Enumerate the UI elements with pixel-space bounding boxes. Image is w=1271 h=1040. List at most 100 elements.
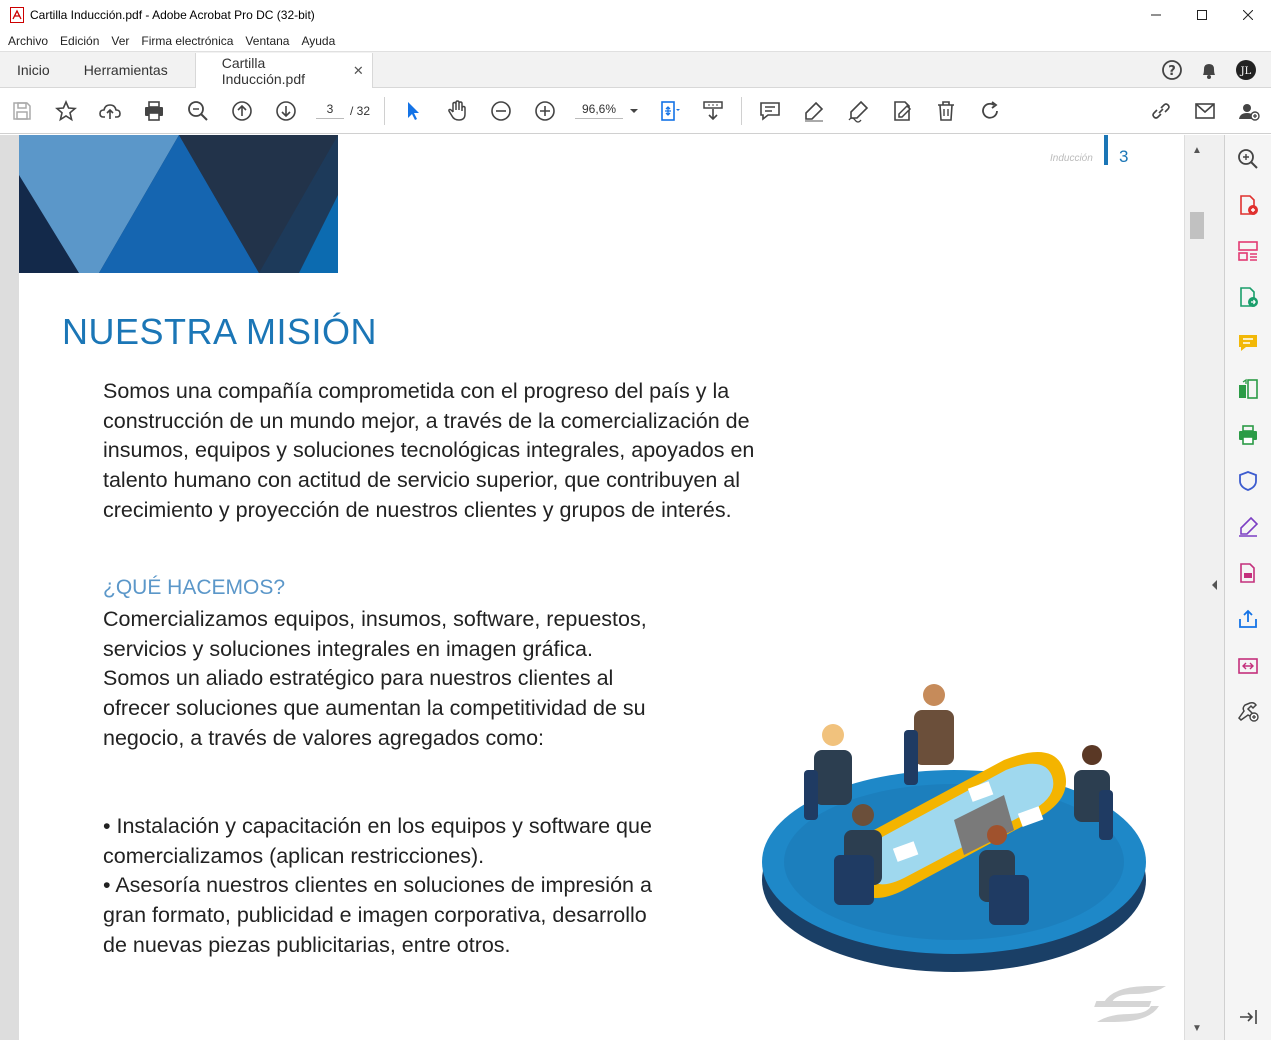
list-item: • Asesoría nuestros clientes en solucion… [103, 873, 652, 957]
close-window-button[interactable] [1225, 0, 1271, 30]
edit-pdf-button[interactable] [880, 88, 924, 134]
menu-ayuda[interactable]: Ayuda [297, 34, 339, 48]
create-pdf-icon[interactable] [1236, 193, 1260, 217]
compare-files-icon[interactable] [1236, 377, 1260, 401]
share-export-icon[interactable] [1236, 607, 1260, 631]
delete-button[interactable] [924, 88, 968, 134]
right-panel-gutter[interactable] [1207, 135, 1224, 1040]
tab-tools[interactable]: Herramientas [67, 52, 185, 87]
zoom-out-button[interactable] [479, 88, 523, 134]
arrow-up-circle-icon [232, 100, 252, 121]
next-page-button[interactable] [264, 88, 308, 134]
header-graphic [19, 135, 338, 273]
bookmark-button[interactable] [44, 88, 88, 134]
menu-ver[interactable]: Ver [107, 34, 133, 48]
search-zoom-icon[interactable] [1236, 147, 1260, 171]
zoom-search-button[interactable] [176, 88, 220, 134]
prepare-form-icon[interactable] [1236, 561, 1260, 585]
sign-button[interactable] [836, 88, 880, 134]
zoom-in-button[interactable] [523, 88, 567, 134]
menu-bar: Archivo Edición Ver Firma electrónica Ve… [0, 30, 1271, 51]
vertical-scrollbar[interactable]: ▲ ▼ [1184, 135, 1207, 1040]
add-user-icon [1239, 103, 1260, 121]
menu-archivo[interactable]: Archivo [4, 34, 52, 48]
email-button[interactable] [1183, 88, 1227, 134]
save-icon [13, 101, 31, 120]
tab-document-label: Cartilla Inducción.pdf [221, 54, 306, 87]
current-page-input[interactable]: 3 [316, 102, 344, 119]
mission-paragraph: Somos una compañía comprometida con el p… [103, 379, 755, 522]
header-label: Inducción [1050, 153, 1093, 164]
window-title: Cartilla Inducción.pdf - Adobe Acrobat P… [30, 8, 315, 22]
collapse-right-panel-icon[interactable] [1211, 580, 1219, 590]
highlight-button[interactable] [792, 88, 836, 134]
list-item: • Instalación y capacitación en los equi… [103, 814, 652, 868]
maximize-icon [1197, 10, 1207, 20]
more-tools-wrench-icon[interactable] [1236, 699, 1260, 723]
magnifier-icon [188, 100, 208, 121]
toolbar-divider [384, 96, 386, 125]
scroll-down-icon [703, 100, 723, 120]
minimize-button[interactable] [1133, 0, 1179, 30]
scroll-mode-button[interactable] [691, 88, 735, 134]
edit-document-icon [894, 100, 912, 121]
toolbar-divider [741, 96, 743, 125]
cursor-arrow-icon [408, 101, 420, 120]
protect-shield-icon[interactable] [1236, 469, 1260, 493]
plus-circle-icon [535, 100, 555, 121]
share-user-button[interactable] [1227, 88, 1271, 134]
save-button[interactable] [0, 88, 44, 134]
tab-home[interactable]: Inicio [0, 52, 67, 87]
upload-cloud-button[interactable] [88, 88, 132, 134]
user-avatar[interactable]: JL [1235, 59, 1257, 81]
fill-sign-icon[interactable] [1236, 515, 1260, 539]
cloud-upload-icon [99, 103, 121, 119]
svg-text:?: ? [1168, 64, 1176, 79]
main-toolbar: 3 / 32 96,6% [0, 88, 1271, 134]
zoom-select[interactable]: 96,6% [575, 102, 639, 119]
pen-sign-icon [848, 100, 869, 123]
fit-page-icon [661, 100, 681, 121]
mail-icon [1195, 102, 1215, 119]
svg-text:JL: JL [1240, 66, 1252, 77]
scroll-down-arrow-icon[interactable]: ▼ [1192, 1023, 1202, 1034]
previous-page-button[interactable] [220, 88, 264, 134]
export-pdf-icon[interactable] [1236, 285, 1260, 309]
menu-firma[interactable]: Firma electrónica [137, 34, 237, 48]
share-link-button[interactable] [1139, 88, 1183, 134]
page-navigator: 3 / 32 [316, 102, 370, 119]
maximize-button[interactable] [1179, 0, 1225, 30]
print-button[interactable] [132, 88, 176, 134]
trash-icon [938, 100, 955, 121]
menu-ventana[interactable]: Ventana [241, 34, 293, 48]
scrollbar-thumb[interactable] [1190, 212, 1204, 239]
comment-tool-icon[interactable] [1236, 331, 1260, 355]
tools-pane [1224, 135, 1271, 1040]
close-tab-icon[interactable]: ✕ [353, 63, 364, 79]
select-tool-button[interactable] [391, 88, 435, 134]
title-bar: Cartilla Inducción.pdf - Adobe Acrobat P… [0, 0, 1271, 30]
tab-document[interactable]: Cartilla Inducción.pdf ✕ [194, 53, 373, 88]
notification-bell-icon[interactable] [1199, 60, 1219, 80]
minimize-icon [1151, 14, 1161, 16]
fit-page-button[interactable] [647, 88, 691, 134]
organize-pages-icon[interactable] [1236, 239, 1260, 263]
comment-icon [760, 101, 780, 121]
hand-tool-button[interactable] [435, 88, 479, 134]
redact-icon[interactable] [1236, 653, 1260, 677]
minus-circle-icon [491, 100, 511, 121]
rotate-button[interactable] [968, 88, 1012, 134]
help-icon[interactable]: ? [1161, 59, 1183, 81]
star-icon [55, 99, 77, 121]
page-marker-bar [1104, 135, 1108, 165]
hand-icon [448, 99, 466, 121]
comment-button[interactable] [748, 88, 792, 134]
pdf-page: Inducción 3 NUESTRA MISIÓN Somos una com… [19, 135, 1184, 1040]
arrow-down-circle-icon [276, 100, 296, 121]
what-we-do-heading: ¿QUÉ HACEMOS? [103, 576, 286, 599]
rotate-icon [982, 100, 998, 119]
scroll-up-icon[interactable]: ▲ [1192, 145, 1202, 156]
menu-edicion[interactable]: Edición [56, 34, 103, 48]
collapse-pane-icon[interactable] [1236, 1005, 1260, 1029]
print-production-icon[interactable] [1236, 423, 1260, 447]
